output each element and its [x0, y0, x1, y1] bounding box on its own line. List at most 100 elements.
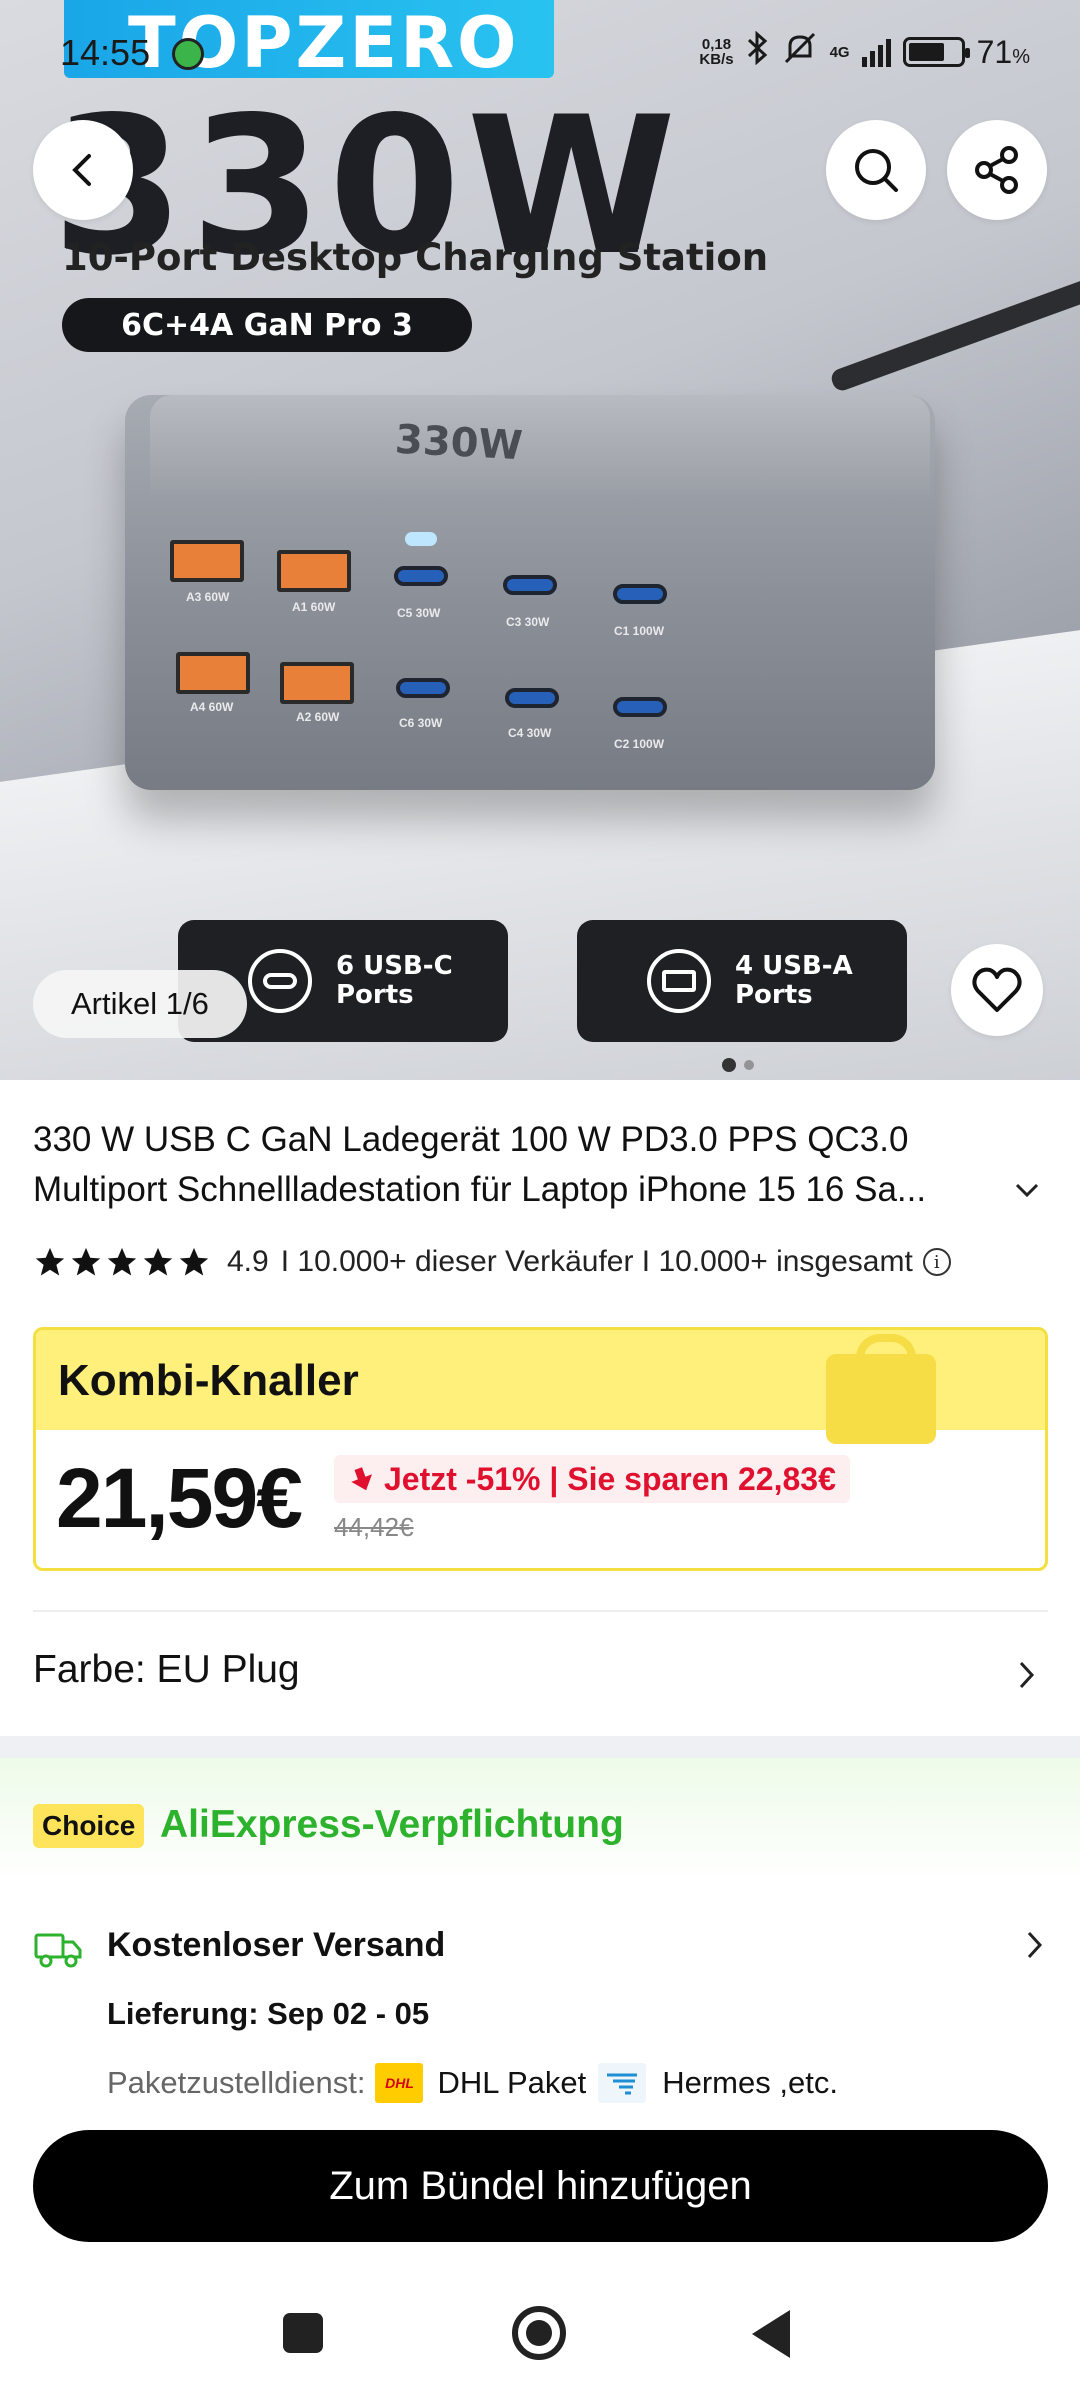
port-label: A4 60W — [190, 700, 234, 714]
recents-button[interactable] — [283, 2313, 323, 2353]
shopping-bag-icon — [826, 1334, 936, 1444]
feature-usb-a-label: 4 USB-A Ports — [735, 951, 853, 1010]
port-label: A1 60W — [292, 600, 336, 614]
chevron-right-icon[interactable] — [1016, 1658, 1038, 1692]
product-title-line1: 330 W USB C GaN Ladegerät 100 W PD3.0 PP… — [33, 1120, 909, 1159]
back-button[interactable] — [33, 120, 133, 220]
current-price: 21,59€ — [56, 1451, 303, 1545]
star-icon — [35, 1247, 65, 1276]
carousel-indicator — [722, 1058, 754, 1072]
port-label: C3 30W — [506, 615, 550, 629]
port-label: C5 30W — [397, 606, 441, 620]
carrier-dhl: DHL Paket — [437, 2065, 587, 2100]
system-back-button[interactable] — [752, 2310, 790, 2358]
article-counter: Artikel 1/6 — [33, 970, 247, 1038]
charger-label: 330W — [393, 416, 524, 470]
rating-value: 4.9 — [227, 1245, 269, 1278]
section-separator — [0, 1736, 1080, 1758]
choice-badge: Choice — [33, 1804, 145, 1848]
battery-icon — [902, 37, 970, 67]
discount-text: Jetzt -51% | Sie sparen 22,83€ — [384, 1460, 836, 1497]
battery-percent: 71% — [977, 34, 1030, 71]
port-label: C2 100W — [614, 737, 665, 751]
share-icon — [975, 146, 1018, 194]
wishlist-button[interactable] — [951, 944, 1043, 1036]
choice-commitment-title: AliExpress-Verpflichtung — [160, 1803, 624, 1846]
usb-a-port — [280, 662, 354, 704]
mute-bell-icon — [782, 30, 818, 74]
status-bar: 14:55 0,18 KB/s 4G 71% — [0, 0, 1080, 108]
feature-usb-a: 4 USB-A Ports — [577, 920, 907, 1042]
info-icon[interactable]: i — [922, 1248, 951, 1276]
star-icon — [143, 1247, 173, 1276]
product-title-line2: Multiport Schnellladestation für Laptop … — [33, 1170, 927, 1209]
share-button[interactable] — [947, 120, 1047, 220]
battery-percent-unit: % — [1012, 45, 1030, 68]
star-icon — [107, 1247, 137, 1276]
heart-icon — [972, 967, 1022, 1012]
port-label: C1 100W — [614, 624, 665, 638]
chevron-down-icon[interactable] — [1012, 1178, 1042, 1202]
image-cable — [828, 228, 1080, 394]
add-to-bundle-button[interactable]: Zum Bündel hinzufügen — [33, 2130, 1048, 2242]
usb-a-icon — [647, 949, 711, 1013]
dhl-logo-icon: DHL — [375, 2063, 424, 2103]
net-speed-unit: KB/s — [699, 51, 734, 68]
carrier-row: Paketzustelldienst: DHL DHL Paket Hermes… — [107, 2063, 838, 2103]
status-icons: 0,18 KB/s 4G 71% — [699, 30, 1030, 74]
down-arrow-icon — [351, 1467, 372, 1491]
search-icon — [855, 149, 898, 192]
port-label: C4 30W — [508, 726, 552, 740]
home-button[interactable] — [512, 2306, 566, 2360]
original-price: 44,42€ — [334, 1512, 414, 1542]
chevron-right-icon[interactable] — [1024, 1928, 1046, 1962]
carrier-hermes: Hermes ,etc. — [662, 2065, 838, 2100]
image-subtitle: 10-Port Desktop Charging Station — [62, 236, 769, 279]
combo-deal-box: Kombi-Knaller 21,59€ Jetzt -51% | Sie sp… — [33, 1327, 1048, 1571]
truck-icon — [34, 1933, 82, 1968]
rating-stars — [33, 1245, 211, 1279]
combo-deal-title: Kombi-Knaller — [58, 1356, 359, 1405]
charger-top — [150, 395, 930, 495]
carrier-label: Paketzustelldienst: — [107, 2065, 366, 2100]
bluetooth-icon — [746, 30, 770, 73]
usb-c-port — [613, 584, 667, 604]
star-icon — [71, 1247, 101, 1276]
combo-deal-header: Kombi-Knaller — [36, 1330, 1045, 1444]
usb-c-port — [503, 575, 557, 595]
port-label: C6 30W — [399, 716, 443, 730]
sales-count: I 10.000+ dieser Verkäufer I 10.000+ ins… — [280, 1245, 913, 1278]
search-button[interactable] — [826, 120, 926, 220]
usb-a-port — [277, 550, 351, 592]
system-nav-bar — [0, 2270, 1080, 2400]
feature-usb-c-label: 6 USB-C Ports — [336, 951, 453, 1010]
battery-percent-value: 71 — [976, 33, 1013, 70]
shipping-title[interactable]: Kostenloser Versand — [107, 1926, 445, 1965]
divider — [33, 1610, 1048, 1612]
chevron-left-icon — [72, 154, 91, 186]
status-time: 14:55 — [60, 32, 151, 73]
delivery-date: Lieferung: Sep 02 - 05 — [107, 1996, 430, 2031]
discount-badge: Jetzt -51% | Sie sparen 22,83€ — [334, 1455, 850, 1503]
usb-c-icon — [248, 949, 312, 1013]
star-icon — [179, 1247, 209, 1276]
product-title[interactable]: 330 W USB C GaN Ladegerät 100 W PD3.0 PP… — [33, 1115, 1033, 1215]
usb-a-port — [176, 652, 250, 694]
variant-selector[interactable]: Farbe: EU Plug — [33, 1648, 300, 1692]
signal-icon — [861, 37, 891, 67]
charger-led — [405, 532, 437, 546]
usb-c-port — [613, 697, 667, 717]
usb-c-port — [505, 688, 559, 708]
net-speed-value: 0,18 — [701, 36, 732, 53]
port-label: A2 60W — [296, 710, 340, 724]
network-type: 4G — [829, 43, 850, 61]
image-spec-pill: 6C+4A GaN Pro 3 — [62, 298, 472, 352]
port-label: A3 60W — [186, 590, 230, 604]
rating-row[interactable]: 4.9 I 10.000+ dieser Verkäufer I 10.000+… — [33, 1245, 951, 1279]
usb-c-port — [394, 566, 448, 586]
usb-c-port — [396, 678, 450, 698]
hermes-logo-icon — [598, 2063, 647, 2103]
net-speed: 0,18 KB/s — [699, 37, 733, 67]
app-notification-icon — [172, 38, 204, 70]
usb-a-port — [170, 540, 244, 582]
